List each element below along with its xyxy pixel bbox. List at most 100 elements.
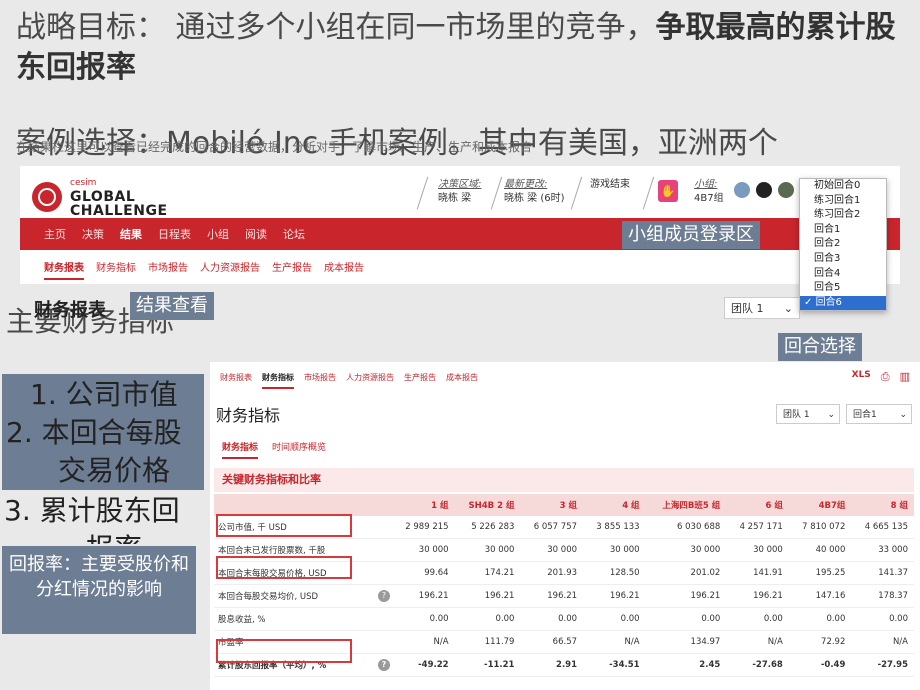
- column-header: 6 组: [726, 494, 789, 516]
- table-cell: 72.92: [788, 630, 852, 654]
- table-cell: 6 057 757: [520, 516, 584, 539]
- table-cell: N/A: [726, 630, 789, 654]
- column-header: 3 组: [520, 494, 584, 516]
- table-cell: 30 000: [392, 538, 455, 562]
- team-badge-icon: ✋: [658, 180, 678, 202]
- round-option[interactable]: 回合5: [800, 281, 886, 296]
- round-option[interactable]: 回合1: [800, 223, 886, 238]
- deadline-value: 晓栋 梁: [438, 193, 472, 204]
- group-label[interactable]: 小组:: [694, 178, 724, 192]
- column-header: 4 组: [583, 494, 646, 516]
- team-select[interactable]: 团队 1 ⌄: [724, 297, 800, 319]
- round-option[interactable]: 回合2: [800, 237, 886, 252]
- tab-financial-indicators[interactable]: 财务指标: [262, 372, 294, 389]
- round-option[interactable]: 初始回合0: [800, 179, 886, 194]
- table-cell: 201.02: [645, 561, 727, 585]
- metric-2: 2. 本回合每股: [6, 416, 182, 449]
- nav-item-schedule[interactable]: 日程表: [158, 226, 191, 242]
- table-cell: 2.91: [520, 653, 584, 677]
- table-cell: 178.37: [851, 584, 914, 608]
- tab-hr-report[interactable]: 人力资源报告: [346, 372, 394, 389]
- table-cell: 66.57: [520, 630, 584, 654]
- team-select-value: 团队 1: [731, 302, 764, 315]
- table-cell: 141.37: [851, 561, 914, 585]
- table-cell: 201.93: [520, 561, 584, 585]
- subnav-market-report[interactable]: 市场报告: [148, 259, 188, 280]
- table-cell: 0.00: [583, 607, 646, 631]
- check-icon: ✓: [804, 296, 816, 308]
- round-select-label: 回合选择: [778, 333, 862, 361]
- logo-line2: CHALLENGE: [70, 203, 168, 219]
- team-select-2[interactable]: 团队 1 ⌄: [776, 404, 840, 424]
- table-cell: N/A: [583, 630, 646, 654]
- table-cell: 128.50: [583, 561, 646, 585]
- subtab-timeline[interactable]: 时间顺序概览: [272, 440, 326, 459]
- help-cell: [376, 538, 392, 562]
- table-header-row: 1 组 SH4B 2 组 3 组 4 组 上海四B班5 组 6 组 4B7组 8…: [214, 494, 914, 516]
- page-title: 财务报表: [34, 300, 106, 321]
- table-cell: 195.25: [788, 561, 852, 585]
- globe-logo-icon: [32, 182, 62, 212]
- tab-market-report[interactable]: 市场报告: [304, 372, 336, 389]
- nav-item-home[interactable]: 主页: [44, 226, 66, 242]
- help-icon[interactable]: ?: [378, 590, 390, 602]
- nav-item-forum[interactable]: 论坛: [283, 226, 305, 242]
- xls-export-icon[interactable]: XLS: [852, 370, 871, 384]
- column-header: 8 组: [851, 494, 914, 516]
- help-cell: [376, 561, 392, 585]
- nav-item-results[interactable]: 结果: [120, 226, 142, 242]
- nav-item-team[interactable]: 小组: [207, 226, 229, 242]
- metric-3: 3. 累计股东回报率: [4, 492, 206, 544]
- round-option[interactable]: 回合3: [800, 252, 886, 267]
- tab-financial-statements[interactable]: 财务报表: [220, 372, 252, 389]
- column-header: 4B7组: [788, 494, 852, 516]
- tab-cost-report[interactable]: 成本报告: [446, 372, 478, 389]
- subtab-indicators[interactable]: 财务指标: [222, 440, 259, 459]
- subnav-production-report[interactable]: 生产报告: [272, 259, 312, 280]
- table-cell: 196.21: [454, 584, 521, 608]
- highlight-share-price: [216, 556, 352, 579]
- table-cell: 0.00: [726, 607, 789, 631]
- round-option-selected[interactable]: ✓ 回合6: [800, 295, 886, 311]
- table-cell: 141.91: [726, 561, 789, 585]
- subnav-financial-statements[interactable]: 财务报表: [44, 259, 84, 280]
- metric-2-cont: 交易价格: [58, 454, 171, 487]
- round-select-2-value: 回合1: [853, 410, 877, 420]
- subnav-cost-report[interactable]: 成本报告: [324, 259, 364, 280]
- avatar[interactable]: [778, 182, 794, 198]
- table-cell: 196.21: [392, 584, 455, 608]
- table-cell: 30 000: [583, 538, 646, 562]
- table-cell: -49.22: [392, 653, 455, 677]
- help-cell: [376, 607, 392, 631]
- table-row: 股息收益, % 0.00 0.00 0.00 0.00 0.00 0.00 0.00 0.00: [214, 607, 914, 631]
- report-tabs: 财务报表 财务指标 市场报告 人力资源报告 生产报告 成本报告: [220, 372, 478, 389]
- nav-item-reading[interactable]: 阅读: [245, 226, 267, 242]
- avatar[interactable]: [734, 182, 750, 198]
- subnav-hr-report[interactable]: 人力资源报告: [200, 259, 260, 280]
- title-normal: 战略目标： 通过多个小组在同一市场里的竞争，: [16, 10, 656, 45]
- help-cell: ?: [376, 653, 392, 677]
- column-header: 上海四B班5 组: [645, 494, 727, 516]
- update-label[interactable]: 最新更改:: [504, 178, 565, 192]
- case-overlay-text: 在结果栏这里可以查看已经完成的回合的经营数据，分析对手，了解市场。生产、生产和成…: [16, 140, 533, 154]
- round-dropdown[interactable]: 初始回合0 练习回合1 练习回合2 回合1 回合2 回合3 回合4 回合5 ✓ …: [799, 178, 887, 312]
- avatar[interactable]: [756, 182, 772, 198]
- table-cell: 0.00: [645, 607, 727, 631]
- update-value: 晓栋 梁 (6时): [504, 193, 565, 204]
- round-option[interactable]: 回合4: [800, 267, 886, 282]
- update-box: 最新更改: 晓栋 梁 (6时): [504, 178, 565, 206]
- round-select-2[interactable]: 回合1 ⌄: [846, 404, 912, 424]
- help-icon[interactable]: ?: [378, 659, 390, 671]
- deadline-label[interactable]: 决策区域:: [438, 178, 481, 192]
- nav-item-decisions[interactable]: 决策: [82, 226, 104, 242]
- table-cell: 2.45: [645, 653, 727, 677]
- round-option[interactable]: 练习回合2: [800, 208, 886, 223]
- deadline-box: 决策区域: 晓栋 梁: [438, 178, 481, 206]
- highlight-total-return: [216, 639, 352, 663]
- tab-production-report[interactable]: 生产报告: [404, 372, 436, 389]
- round-option-selected-label: 回合6: [815, 296, 842, 308]
- print-icon[interactable]: ⎙: [881, 370, 890, 384]
- round-option[interactable]: 练习回合1: [800, 194, 886, 209]
- subnav-financial-indicators[interactable]: 财务指标: [96, 259, 136, 280]
- chart-icon[interactable]: ▥: [900, 370, 910, 384]
